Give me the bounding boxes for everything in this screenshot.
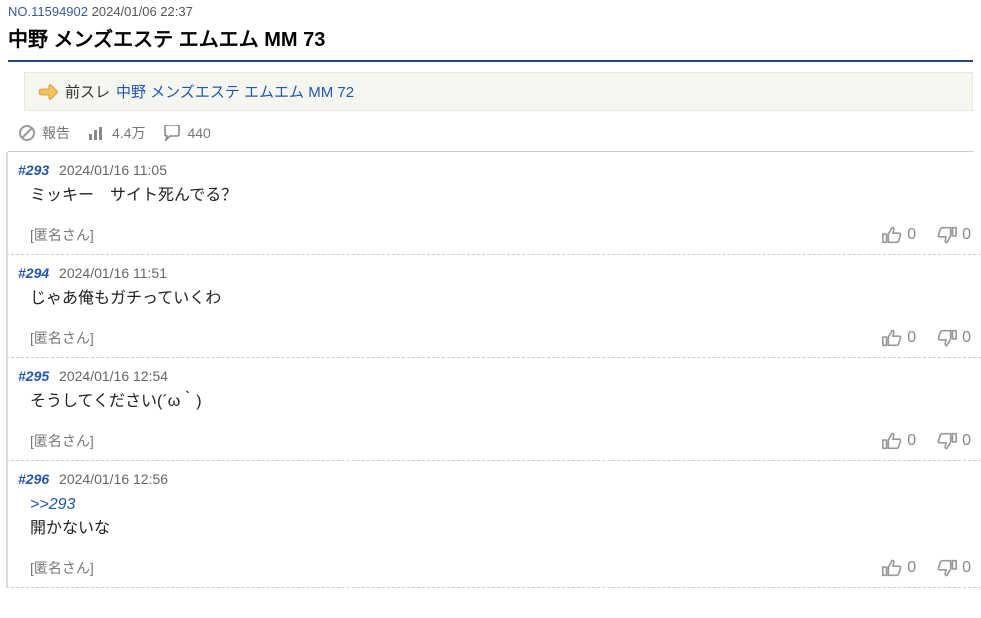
thumbs-down-icon — [936, 430, 958, 452]
thread-date: 2024/01/06 22:37 — [92, 4, 193, 19]
views-value: 4.4万 — [112, 123, 145, 143]
prohibit-icon — [18, 124, 36, 142]
stats-bar: 報告 4.4万 440 — [0, 119, 981, 151]
upvote-button[interactable]: 0 — [881, 557, 916, 579]
reply-date: 2024/01/16 12:54 — [59, 368, 168, 384]
reply-author[interactable]: [匿名さん] — [30, 328, 94, 348]
reply-date: 2024/01/16 11:05 — [59, 162, 167, 178]
downvote-count: 0 — [962, 226, 971, 244]
reply: #293 2024/01/16 11:05 ミッキー サイト死んでる？ [匿名さ… — [6, 152, 981, 255]
thumbs-up-icon — [881, 557, 903, 579]
reply-author[interactable]: [匿名さん] — [30, 225, 94, 245]
reply-head: #294 2024/01/16 11:51 — [18, 265, 971, 281]
upvote-button[interactable]: 0 — [881, 327, 916, 349]
upvote-button[interactable]: 0 — [881, 430, 916, 452]
pointing-hand-icon — [37, 84, 59, 100]
reply-votes: 0 0 — [881, 327, 971, 349]
reply-number[interactable]: #296 — [18, 471, 49, 487]
downvote-count: 0 — [962, 559, 971, 577]
reply-footer: [匿名さん] 0 0 — [18, 430, 971, 452]
reply-text: そうしてください(´ω｀) — [30, 393, 202, 410]
reply-text: 開かないな — [30, 520, 110, 537]
downvote-button[interactable]: 0 — [936, 224, 971, 246]
upvote-button[interactable]: 0 — [881, 224, 916, 246]
reply-body: じゃあ俺もガチっていくわ — [18, 281, 971, 327]
comments-value: 440 — [187, 125, 210, 141]
chart-icon — [88, 126, 106, 140]
reply-number[interactable]: #294 — [18, 265, 49, 281]
speech-bubble-icon — [163, 125, 181, 141]
reply-body: ミッキー サイト死んでる？ — [18, 178, 971, 224]
reply: #296 2024/01/16 12:56 >>293 開かないな [匿名さん]… — [6, 461, 981, 588]
reply-footer: [匿名さん] 0 0 — [18, 224, 971, 246]
reply-body: >>293 開かないな — [18, 487, 971, 557]
thumbs-down-icon — [936, 327, 958, 349]
downvote-count: 0 — [962, 329, 971, 347]
downvote-button[interactable]: 0 — [936, 557, 971, 579]
thread-meta: NO.11594902 2024/01/06 22:37 — [8, 4, 973, 19]
views-stat[interactable]: 4.4万 — [88, 123, 145, 143]
reply-votes: 0 0 — [881, 224, 971, 246]
reply: #294 2024/01/16 11:51 じゃあ俺もガチっていくわ [匿名さん… — [6, 255, 981, 358]
thumbs-up-icon — [881, 224, 903, 246]
reply-head: #293 2024/01/16 11:05 — [18, 162, 971, 178]
reply-head: #295 2024/01/16 12:54 — [18, 368, 971, 384]
reply-date: 2024/01/16 12:56 — [59, 471, 168, 487]
reply-author[interactable]: [匿名さん] — [30, 558, 94, 578]
downvote-count: 0 — [962, 432, 971, 450]
thumbs-down-icon — [936, 557, 958, 579]
thumbs-up-icon — [881, 327, 903, 349]
previous-thread-link[interactable]: 中野 メンズエステ エムエム MM 72 — [116, 81, 354, 102]
reply-number[interactable]: #295 — [18, 368, 49, 384]
previous-thread-label: 前スレ — [65, 81, 110, 102]
thumbs-down-icon — [936, 224, 958, 246]
replies-list: #293 2024/01/16 11:05 ミッキー サイト死んでる？ [匿名さ… — [0, 152, 981, 588]
thread-number[interactable]: NO.11594902 — [8, 4, 88, 19]
report-button[interactable]: 報告 — [18, 123, 70, 143]
report-label: 報告 — [42, 123, 70, 143]
reply-author[interactable]: [匿名さん] — [30, 431, 94, 451]
upvote-count: 0 — [907, 432, 916, 450]
reply-footer: [匿名さん] 0 0 — [18, 557, 971, 579]
previous-thread-box: 前スレ 中野 メンズエステ エムエム MM 72 — [24, 72, 973, 111]
thumbs-up-icon — [881, 430, 903, 452]
reply: #295 2024/01/16 12:54 そうしてください(´ω｀) [匿名さ… — [6, 358, 981, 461]
upvote-count: 0 — [907, 559, 916, 577]
reply-date: 2024/01/16 11:51 — [59, 265, 167, 281]
reply-text: ミッキー サイト死んでる？ — [30, 187, 237, 204]
downvote-button[interactable]: 0 — [936, 430, 971, 452]
reply-number[interactable]: #293 — [18, 162, 49, 178]
comments-stat[interactable]: 440 — [163, 125, 210, 141]
reply-votes: 0 0 — [881, 430, 971, 452]
reply-footer: [匿名さん] 0 0 — [18, 327, 971, 349]
downvote-button[interactable]: 0 — [936, 327, 971, 349]
thread-header: NO.11594902 2024/01/06 22:37 中野 メンズエステ エ… — [0, 0, 981, 62]
reply-head: #296 2024/01/16 12:56 — [18, 471, 971, 487]
reply-reference-link[interactable]: >>293 — [30, 493, 971, 517]
reply-text: じゃあ俺もガチっていくわ — [30, 290, 221, 307]
thread-title: 中野 メンズエステ エムエム MM 73 — [8, 19, 973, 62]
upvote-count: 0 — [907, 226, 916, 244]
reply-body: そうしてください(´ω｀) — [18, 384, 971, 430]
reply-votes: 0 0 — [881, 557, 971, 579]
upvote-count: 0 — [907, 329, 916, 347]
